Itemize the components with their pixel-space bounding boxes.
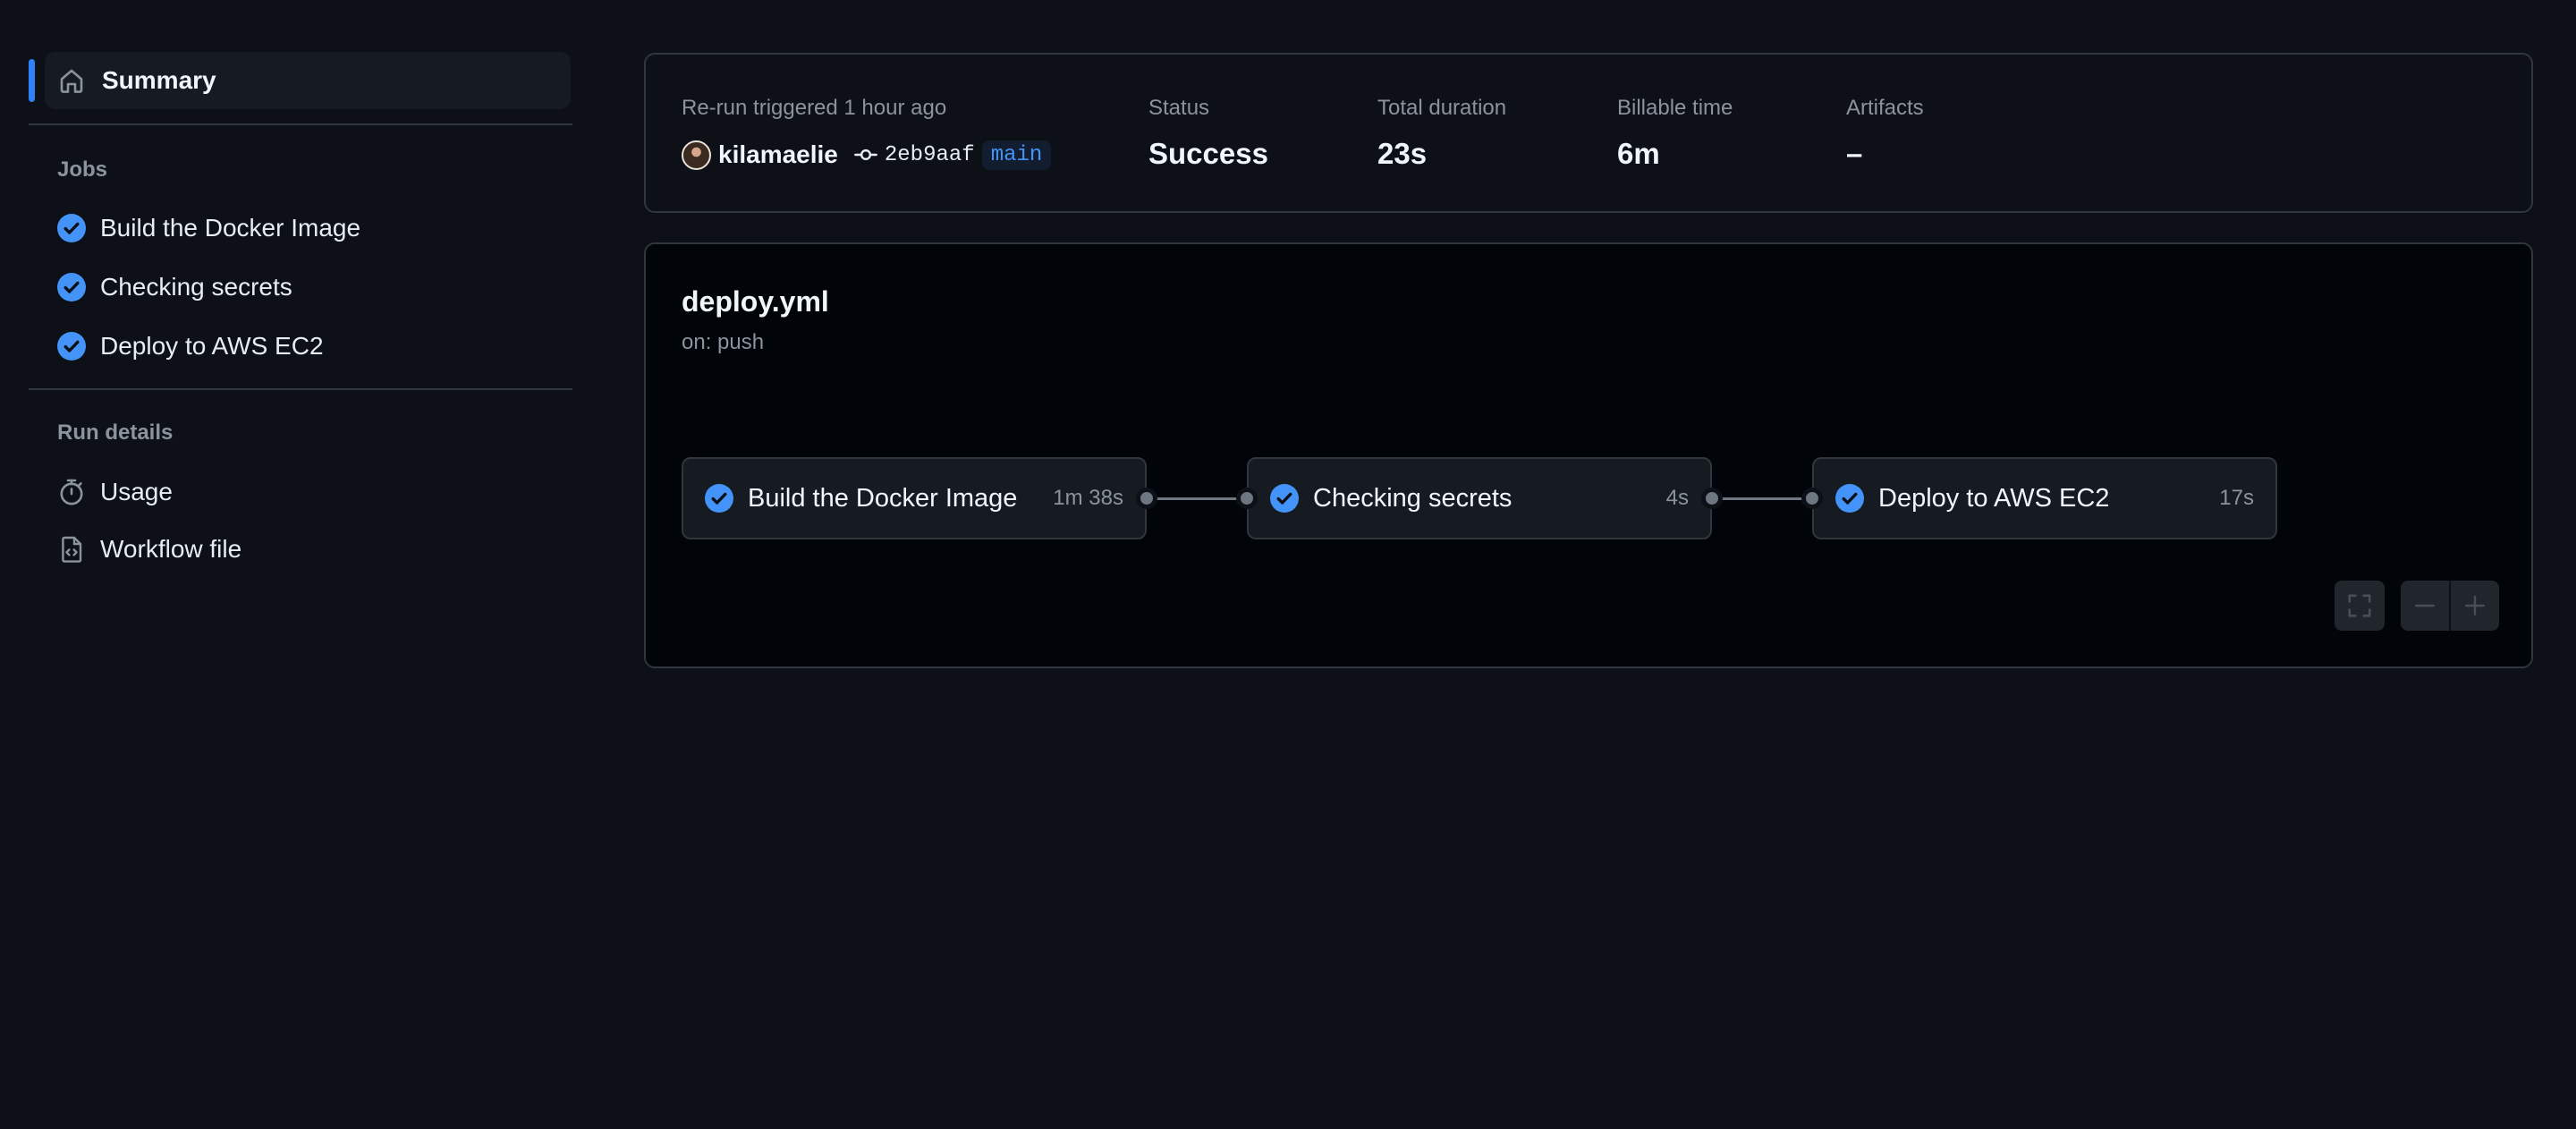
check-circle-icon — [1835, 484, 1864, 513]
workflow-file-name: deploy.yml — [682, 285, 829, 318]
workflow-trigger: on: push — [682, 330, 765, 354]
duration-value: 23s — [1377, 137, 1428, 170]
sidebar-item-workflow-file[interactable]: Workflow file — [29, 521, 572, 578]
avatar[interactable] — [682, 140, 711, 170]
sidebar-item-label: Deploy to AWS EC2 — [100, 332, 324, 360]
job-name: Deploy to AWS EC2 — [1878, 483, 2110, 513]
trigger-info: Re-run triggered 1 hour ago kilamaelie 2… — [682, 96, 1052, 171]
stopwatch-icon — [57, 478, 86, 506]
job-node-secrets[interactable]: Checking secrets 4s — [1247, 457, 1712, 539]
sidebar-item-job-secrets[interactable]: Checking secrets — [29, 258, 572, 317]
check-circle-icon — [705, 484, 733, 513]
artifacts-value: – — [1846, 137, 1863, 170]
run-summary-card: Re-run triggered 1 hour ago kilamaelie 2… — [644, 53, 2533, 213]
job-duration: 4s — [1665, 486, 1689, 510]
job-duration: 1m 38s — [1053, 486, 1123, 510]
status-label: Status — [1148, 96, 1210, 120]
job-connector — [1147, 497, 1247, 500]
billable-value: 6m — [1617, 137, 1660, 170]
divider — [29, 388, 572, 390]
sidebar-item-job-deploy[interactable]: Deploy to AWS EC2 — [29, 317, 572, 376]
status-stat: Status Success — [1148, 96, 1268, 171]
minus-icon — [2413, 594, 2436, 617]
workflow-graph-card: deploy.yml on: push Build the Docker Ima… — [644, 242, 2533, 668]
sidebar-item-label: Summary — [102, 66, 216, 94]
check-circle-icon — [57, 214, 86, 242]
fullscreen-icon — [2346, 592, 2373, 619]
check-circle-icon — [57, 332, 86, 361]
fullscreen-button[interactable] — [2334, 581, 2385, 631]
sidebar-item-job-build[interactable]: Build the Docker Image — [29, 199, 572, 258]
connector-dot — [1136, 488, 1157, 509]
check-circle-icon — [1270, 484, 1299, 513]
file-code-icon — [57, 535, 86, 564]
sidebar-item-label: Build the Docker Image — [100, 214, 361, 242]
divider — [29, 123, 572, 125]
duration-stat: Total duration 23s — [1377, 96, 1506, 171]
job-node-build[interactable]: Build the Docker Image 1m 38s — [682, 457, 1147, 539]
connector-dot — [1701, 488, 1723, 509]
run-details-list: Usage Workflow file — [29, 463, 572, 578]
sidebar-item-label: Workflow file — [100, 535, 242, 563]
duration-label: Total duration — [1377, 96, 1507, 120]
trigger-text: Re-run triggered 1 hour ago — [682, 96, 947, 120]
commit-sha-link[interactable]: 2eb9aaf — [885, 143, 975, 167]
sidebar-item-summary[interactable]: Summary — [29, 52, 571, 109]
connector-dot — [1236, 488, 1258, 509]
check-circle-icon — [57, 273, 86, 301]
active-indicator — [29, 59, 35, 102]
billable-stat: Billable time 6m — [1617, 96, 1733, 171]
plus-icon — [2463, 594, 2487, 617]
trigger-row: kilamaelie 2eb9aaf main — [682, 139, 1052, 171]
billable-label: Billable time — [1617, 96, 1733, 120]
run-details-section-title: Run details — [57, 420, 174, 445]
sidebar-item-usage[interactable]: Usage — [29, 463, 572, 521]
git-commit-icon — [853, 143, 877, 166]
status-value: Success — [1148, 137, 1268, 170]
jobs-list: Build the Docker Image Checking secrets … — [29, 199, 572, 376]
zoom-controls — [2401, 581, 2499, 631]
artifacts-label: Artifacts — [1846, 96, 1924, 120]
zoom-out-button[interactable] — [2401, 581, 2449, 631]
job-connector — [1712, 497, 1812, 500]
zoom-in-button[interactable] — [2451, 581, 2499, 631]
job-node-deploy[interactable]: Deploy to AWS EC2 17s — [1812, 457, 2277, 539]
job-duration: 17s — [2219, 486, 2254, 510]
sidebar-item-label: Checking secrets — [100, 273, 292, 301]
jobs-section-title: Jobs — [57, 157, 108, 182]
sidebar: Summary Jobs Build the Docker Image Chec… — [29, 52, 572, 578]
branch-badge[interactable]: main — [981, 140, 1052, 170]
job-name: Build the Docker Image — [748, 483, 1018, 513]
sidebar-item-label: Usage — [100, 478, 173, 505]
job-name: Checking secrets — [1313, 483, 1513, 513]
connector-dot — [1801, 488, 1823, 509]
actor-link[interactable]: kilamaelie — [718, 140, 838, 169]
home-icon — [57, 66, 86, 95]
artifacts-stat: Artifacts – — [1846, 96, 1924, 171]
